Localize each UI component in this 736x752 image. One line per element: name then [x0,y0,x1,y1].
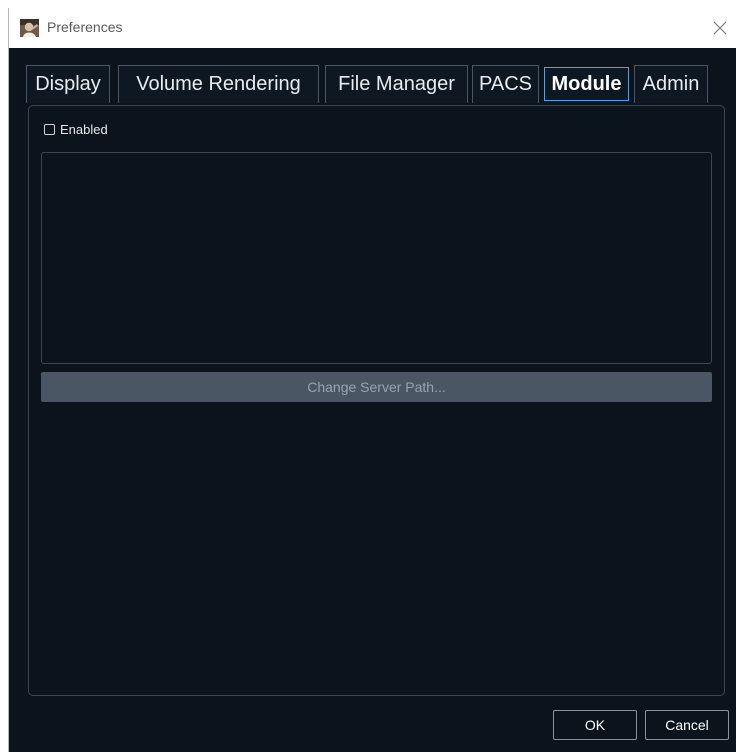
enabled-checkbox[interactable]: Enabled [44,122,108,137]
close-icon [713,21,727,35]
tab-file-manager[interactable]: File Manager [325,65,468,103]
checkbox-box[interactable] [44,124,55,135]
module-list[interactable] [41,152,712,364]
tab-display[interactable]: Display [26,65,110,103]
tab-pacs[interactable]: PACS [472,65,539,103]
title-bar: Preferences [9,8,736,48]
window-title: Preferences [47,19,123,35]
close-button[interactable] [703,12,736,44]
app-portrait-icon [20,19,39,37]
tab-admin[interactable]: Admin [634,65,708,103]
tab-module[interactable]: Module [544,67,629,101]
ok-button[interactable]: OK [553,710,637,740]
module-settings-panel: Enabled Change Server Path... [28,105,725,696]
cancel-button[interactable]: Cancel [645,710,729,740]
preferences-window: Preferences Display Volume Rendering Fil… [8,8,736,752]
change-server-path-button: Change Server Path... [41,372,712,402]
enabled-label: Enabled [60,122,108,137]
tab-volume-rendering[interactable]: Volume Rendering [118,65,319,103]
